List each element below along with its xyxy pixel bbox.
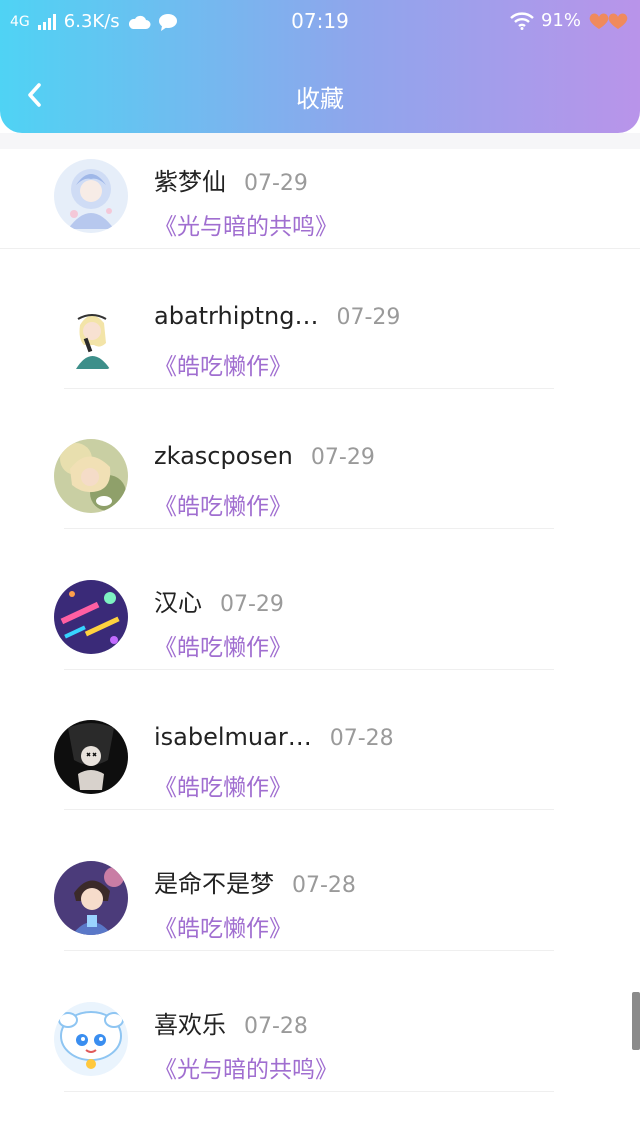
favorite-item[interactable]: 是命不是梦 07-28 《皓吃懒作》 — [0, 811, 640, 951]
favorite-item[interactable]: abatrhiptng… 07-29 《皓吃懒作》 — [0, 249, 640, 389]
item-header: zkascposen 07-29 — [154, 442, 375, 470]
wifi-icon — [510, 11, 534, 30]
favorite-item[interactable]: 汉心 07-29 《皓吃懒作》 — [0, 530, 640, 670]
favorites-list[interactable]: 紫梦仙 07-29 《光与暗的共鸣》 abatrhiptng… 07-29 《皓… — [0, 133, 640, 1138]
favorite-date: 07-28 — [329, 726, 394, 751]
username: 是命不是梦 — [154, 870, 274, 898]
avatar — [54, 580, 128, 654]
favorite-date: 07-28 — [244, 1014, 308, 1039]
network-speed: 6.3K/s — [63, 11, 120, 32]
divider — [64, 1091, 554, 1092]
avatar — [54, 299, 128, 373]
divider — [64, 528, 554, 529]
avatar — [54, 1002, 128, 1076]
item-header: 喜欢乐 07-28 — [154, 1005, 308, 1040]
page-title: 收藏 — [296, 85, 344, 113]
favorite-date: 07-29 — [220, 592, 284, 617]
username: isabelmuar… — [154, 723, 312, 751]
work-title-link[interactable]: 《光与暗的共鸣》 — [154, 207, 338, 241]
favorite-item[interactable]: isabelmuar… 07-28 《皓吃懒作》 — [0, 670, 640, 810]
status-right: 91% — [510, 10, 630, 31]
favorite-date: 07-29 — [336, 305, 401, 330]
avatar — [54, 439, 128, 513]
work-title-link[interactable]: 《皓吃懒作》 — [154, 909, 292, 943]
divider — [64, 950, 554, 951]
username: 汉心 — [154, 589, 202, 617]
favorite-date: 07-29 — [244, 171, 308, 196]
favorite-date: 07-29 — [310, 445, 375, 470]
item-header: isabelmuar… 07-28 — [154, 723, 394, 751]
hearts-battery-icon — [589, 13, 628, 29]
status-bar: 4G 6.3K/s 07:19 91% — [0, 0, 640, 44]
favorite-item[interactable]: 喜欢乐 07-28 《光与暗的共鸣》 — [0, 952, 640, 1092]
header: 4G 6.3K/s 07:19 91% 收藏 — [0, 0, 640, 133]
item-header: 是命不是梦 07-28 — [154, 864, 356, 899]
favorites-screen: 4G 6.3K/s 07:19 91% 收藏 紫梦仙 07-29 《光与暗的共鸣… — [0, 0, 640, 1138]
work-title-link[interactable]: 《皓吃懒作》 — [154, 628, 292, 662]
scrollbar[interactable] — [632, 992, 640, 1050]
item-header: abatrhiptng… 07-29 — [154, 302, 400, 330]
avatar — [54, 159, 128, 233]
item-header: 汉心 07-29 — [154, 583, 284, 618]
username: 紫梦仙 — [154, 168, 226, 196]
username: zkascposen — [154, 442, 293, 470]
signal-icon — [37, 13, 56, 30]
avatar — [54, 861, 128, 935]
item-header: 紫梦仙 07-29 — [154, 162, 308, 197]
username: 喜欢乐 — [154, 1011, 226, 1039]
work-title-link[interactable]: 《皓吃懒作》 — [154, 487, 292, 521]
work-title-link[interactable]: 《皓吃懒作》 — [154, 768, 292, 802]
chat-bubble-icon — [158, 13, 177, 31]
network-type: 4G — [10, 13, 30, 30]
work-title-link[interactable]: 《皓吃懒作》 — [154, 347, 292, 381]
divider — [64, 809, 554, 810]
battery-level: 91% — [540, 10, 581, 31]
favorite-item[interactable]: zkascposen 07-29 《皓吃懒作》 — [0, 389, 640, 529]
avatar — [54, 720, 128, 794]
cloud-icon — [128, 15, 151, 29]
username: abatrhiptng… — [154, 302, 319, 330]
favorite-date: 07-28 — [292, 873, 356, 898]
work-title-link[interactable]: 《光与暗的共鸣》 — [154, 1050, 338, 1084]
nav-bar: 收藏 — [0, 60, 640, 132]
status-left: 4G 6.3K/s — [10, 11, 178, 32]
